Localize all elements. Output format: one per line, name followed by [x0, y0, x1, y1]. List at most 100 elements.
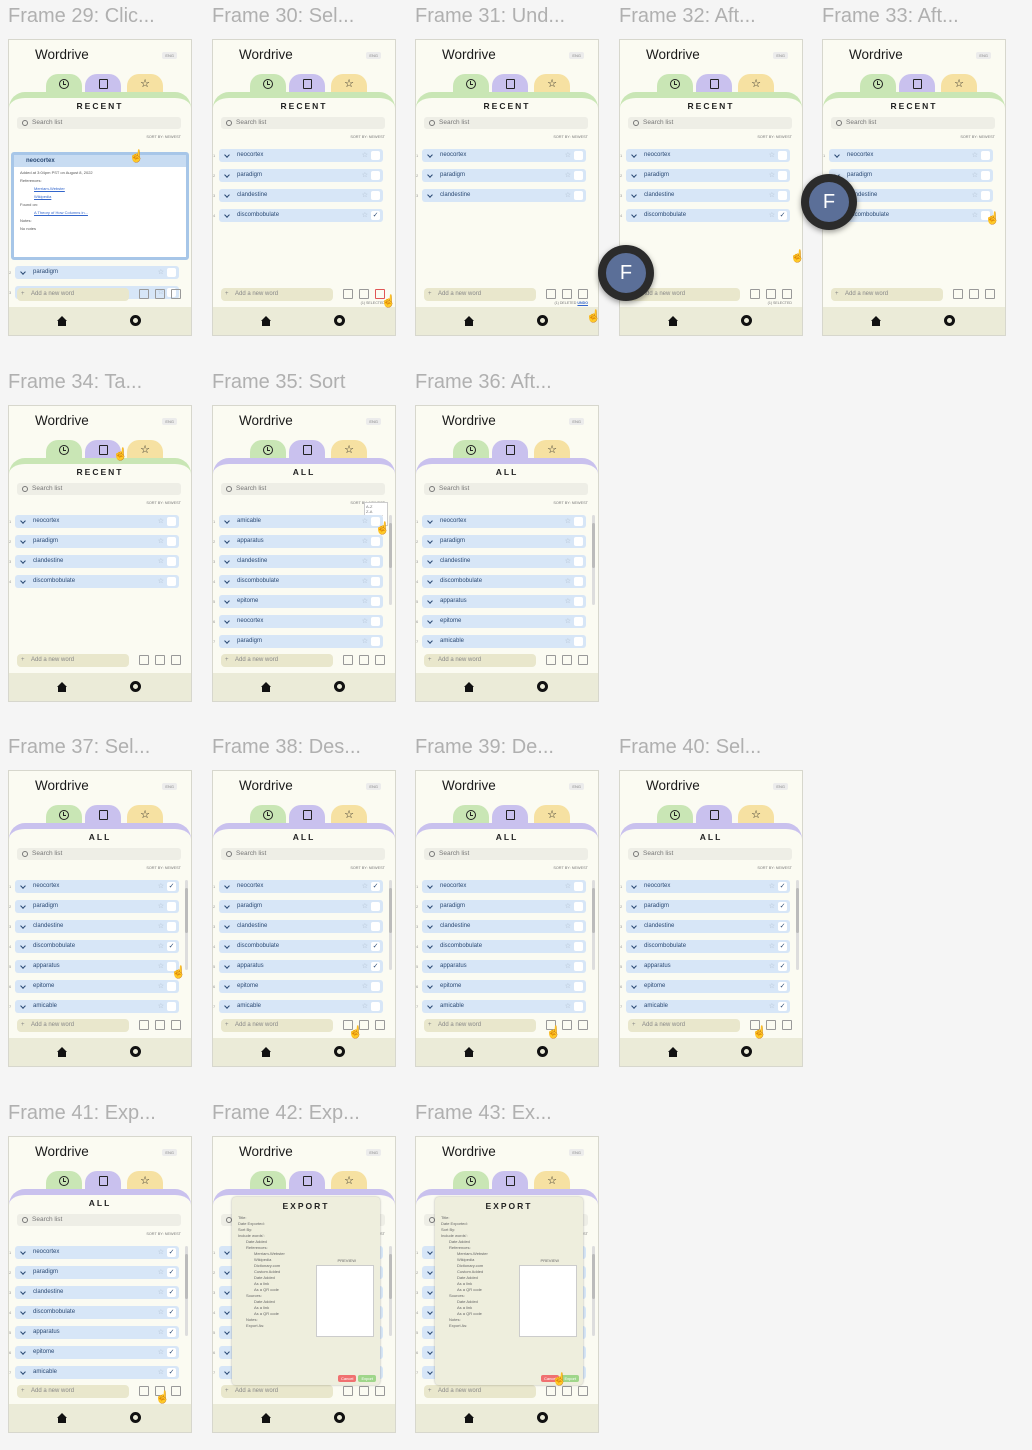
select-all-icon[interactable]: [139, 289, 149, 299]
select-checkbox[interactable]: [167, 577, 176, 586]
home-icon[interactable]: [261, 1047, 271, 1057]
select-checkbox[interactable]: [371, 597, 380, 606]
gear-icon[interactable]: [334, 1046, 345, 1057]
scrollbar[interactable]: [185, 880, 188, 970]
chevron-down-icon[interactable]: [834, 152, 840, 158]
select-checkbox[interactable]: [167, 537, 176, 546]
home-icon[interactable]: [57, 316, 67, 326]
select-all-icon[interactable]: [546, 1386, 556, 1396]
select-checkbox[interactable]: [167, 922, 176, 931]
star-icon[interactable]: ☆: [158, 575, 164, 588]
star-icon[interactable]: ☆: [769, 960, 775, 973]
select-checkbox[interactable]: [574, 962, 583, 971]
chevron-down-icon[interactable]: [224, 903, 230, 909]
list-item[interactable]: 7 amicable ☆: [213, 1000, 383, 1013]
chevron-down-icon[interactable]: [427, 172, 433, 178]
star-icon[interactable]: ☆: [158, 1000, 164, 1013]
list-item[interactable]: 5 apparatus ☆ ✓: [9, 1326, 179, 1339]
star-icon[interactable]: ☆: [769, 149, 775, 162]
list-item[interactable]: 1 neocortex ☆ ✓: [620, 880, 790, 893]
chevron-down-icon[interactable]: [20, 1003, 26, 1009]
word-detail-line[interactable]: A Theory of How Columns in...: [20, 209, 180, 217]
search-input[interactable]: Search list: [17, 117, 181, 129]
list-item[interactable]: 2 paradigm ☆: [620, 169, 790, 182]
select-checkbox[interactable]: ✓: [778, 942, 787, 951]
word-detail-line[interactable]: Merriam-Webster: [20, 185, 180, 193]
search-input[interactable]: Search list: [221, 117, 385, 129]
trash-icon[interactable]: [171, 1020, 181, 1030]
add-word-input[interactable]: Add a new word: [424, 654, 536, 667]
star-icon[interactable]: ☆: [362, 189, 368, 202]
language-badge[interactable]: ENG: [569, 52, 584, 59]
tab-favorites[interactable]: ☆: [534, 805, 570, 825]
trash-icon[interactable]: [578, 289, 588, 299]
star-icon[interactable]: ☆: [565, 900, 571, 913]
home-icon[interactable]: [464, 1047, 474, 1057]
chevron-down-icon[interactable]: [20, 538, 26, 544]
trash-icon[interactable]: [782, 1020, 792, 1030]
tab-all[interactable]: [492, 1171, 528, 1191]
list-item[interactable]: 7 paradigm ☆: [213, 635, 383, 648]
select-checkbox[interactable]: [574, 597, 583, 606]
trash-icon[interactable]: [782, 289, 792, 299]
star-icon[interactable]: ☆: [362, 595, 368, 608]
trash-icon[interactable]: [985, 289, 995, 299]
star-icon[interactable]: ☆: [769, 880, 775, 893]
star-icon[interactable]: ☆: [158, 555, 164, 568]
language-badge[interactable]: ENG: [773, 52, 788, 59]
select-checkbox[interactable]: [574, 942, 583, 951]
home-icon[interactable]: [57, 1047, 67, 1057]
search-input[interactable]: Search list: [17, 1214, 181, 1226]
star-icon[interactable]: ☆: [769, 189, 775, 202]
export-icon[interactable]: [969, 289, 979, 299]
chevron-down-icon[interactable]: [224, 883, 230, 889]
export-icon[interactable]: [155, 289, 165, 299]
chevron-down-icon[interactable]: [631, 1003, 637, 1009]
tab-recent[interactable]: [46, 440, 82, 460]
chevron-down-icon[interactable]: [224, 172, 230, 178]
chevron-down-icon[interactable]: [20, 578, 26, 584]
chevron-down-icon[interactable]: [631, 172, 637, 178]
chevron-down-icon[interactable]: [427, 1309, 433, 1315]
add-word-input[interactable]: Add a new word: [17, 1019, 129, 1032]
search-input[interactable]: Search list: [221, 848, 385, 860]
chevron-down-icon[interactable]: [224, 1329, 230, 1335]
star-icon[interactable]: ☆: [362, 960, 368, 973]
tab-all[interactable]: [492, 440, 528, 460]
chevron-down-icon[interactable]: [427, 963, 433, 969]
list-item[interactable]: 1 neocortex ☆: [213, 149, 383, 162]
scrollbar[interactable]: [592, 1246, 595, 1336]
list-item[interactable]: 3 clandestine ☆: [416, 555, 586, 568]
tab-all[interactable]: [696, 74, 732, 94]
language-badge[interactable]: ENG: [366, 1149, 381, 1156]
chevron-down-icon[interactable]: [427, 1003, 433, 1009]
chevron-down-icon[interactable]: [427, 192, 433, 198]
star-icon[interactable]: ☆: [362, 920, 368, 933]
tab-recent[interactable]: [860, 74, 896, 94]
star-icon[interactable]: ☆: [158, 1286, 164, 1299]
star-icon[interactable]: ☆: [972, 169, 978, 182]
select-all-icon[interactable]: [953, 289, 963, 299]
chevron-down-icon[interactable]: [20, 883, 26, 889]
select-checkbox[interactable]: [574, 982, 583, 991]
tab-favorites[interactable]: ☆: [738, 74, 774, 94]
star-icon[interactable]: ☆: [362, 535, 368, 548]
select-checkbox[interactable]: [574, 617, 583, 626]
tab-recent[interactable]: [453, 440, 489, 460]
chevron-down-icon[interactable]: [224, 558, 230, 564]
list-item[interactable]: 3 clandestine ☆: [9, 555, 179, 568]
list-item[interactable]: 2 paradigm ☆: [213, 900, 383, 913]
add-word-input[interactable]: Add a new word: [221, 288, 333, 301]
list-item[interactable]: 2 paradigm ☆: [9, 266, 179, 279]
chevron-down-icon[interactable]: [20, 1269, 26, 1275]
star-icon[interactable]: ☆: [362, 209, 368, 222]
tab-favorites[interactable]: ☆: [331, 1171, 367, 1191]
select-checkbox[interactable]: ✓: [167, 1288, 176, 1297]
cancel-button[interactable]: Cancel: [337, 1375, 357, 1382]
language-badge[interactable]: ENG: [366, 418, 381, 425]
tab-all[interactable]: [85, 805, 121, 825]
tab-recent[interactable]: [46, 74, 82, 94]
home-icon[interactable]: [261, 1413, 271, 1423]
list-item[interactable]: 6 epitome ☆: [416, 615, 586, 628]
list-item[interactable]: 3 clandestine ☆: [213, 555, 383, 568]
